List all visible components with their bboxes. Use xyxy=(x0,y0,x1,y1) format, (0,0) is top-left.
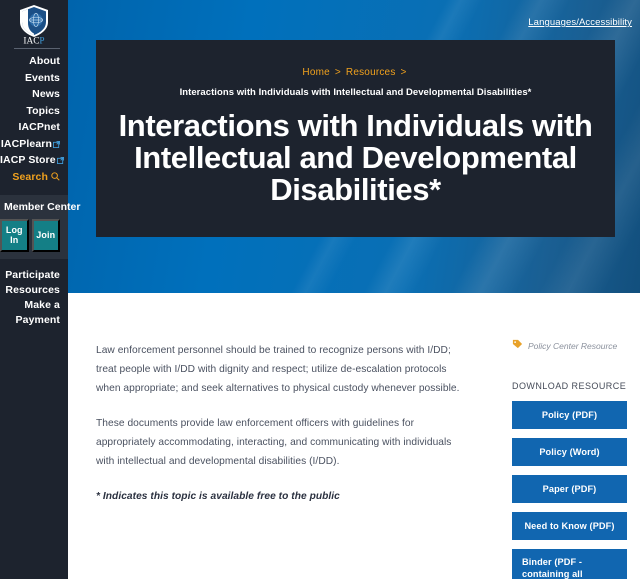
sidebar-item-resources[interactable]: Resources xyxy=(0,283,60,298)
sidebar-label-make-a-payment: Make a Payment xyxy=(15,299,60,326)
languages-accessibility-link[interactable]: Languages/Accessibility xyxy=(528,17,632,28)
breadcrumb-item-home[interactable]: Home xyxy=(302,67,329,78)
download-policy-pdf-button[interactable]: Policy (PDF) xyxy=(512,401,627,429)
sidebar-item-about[interactable]: About xyxy=(0,53,60,70)
sidebar-item-iacp-store[interactable]: IACP Store xyxy=(0,152,64,169)
hero-title-panel: Home > Resources > Interactions with Ind… xyxy=(96,40,615,237)
tag-icon xyxy=(512,337,523,355)
sidebar-label-resources: Resources xyxy=(5,284,60,296)
member-center-block: Member Center Log In Join xyxy=(0,195,81,259)
auth-buttons: Log In Join xyxy=(0,219,60,252)
breadcrumb-separator: > xyxy=(334,67,341,78)
search-icon xyxy=(51,171,60,184)
left-sidebar: IACP About Events News Topics IACPnet IA… xyxy=(0,0,81,579)
breadcrumb-separator-2: > xyxy=(400,67,407,78)
download-rail: Policy Center Resource DOWNLOAD RESOURCE… xyxy=(512,337,628,579)
sidebar-label-iacpnet: IACPnet xyxy=(18,121,60,133)
download-paper-pdf-button[interactable]: Paper (PDF) xyxy=(512,475,627,503)
article-paragraph-1: Law enforcement personnel should be trai… xyxy=(96,345,460,394)
sidebar-secondary-nav: Participate Resources Make a Payment xyxy=(0,268,68,328)
sidebar-item-events[interactable]: Events xyxy=(0,70,60,87)
breadcrumb: Home > Resources > xyxy=(96,66,615,80)
main-content: Law enforcement personnel should be trai… xyxy=(68,293,640,579)
sidebar-item-search[interactable]: Search xyxy=(0,169,60,187)
sidebar-label-events: Events xyxy=(24,71,60,84)
join-button[interactable]: Join xyxy=(31,219,60,252)
download-resource-heading: DOWNLOAD RESOURCE xyxy=(512,381,627,391)
sidebar-label-topics: Topics xyxy=(26,104,60,117)
log-in-button[interactable]: Log In xyxy=(0,219,29,252)
article-footnote: * Indicates this topic is available free… xyxy=(96,491,340,502)
sidebar-label-news: News xyxy=(32,88,60,100)
sidebar-item-iacplearn[interactable]: IACPlearn xyxy=(0,136,60,153)
breadcrumb-current-page: Interactions with Individuals with Intel… xyxy=(179,87,532,98)
article-body: Law enforcement personnel should be trai… xyxy=(96,341,468,522)
breadcrumb-item-resources[interactable]: Resources xyxy=(346,67,396,78)
page-root: Languages/Accessibility Home > Resources… xyxy=(0,0,640,579)
sidebar-label-iacp-store: IACP Store xyxy=(0,154,56,166)
sidebar-item-participate[interactable]: Participate xyxy=(0,268,60,283)
sidebar-label-search: Search xyxy=(12,170,48,183)
download-binder-pdf-button[interactable]: Binder (PDF - containing all documents) xyxy=(512,549,627,579)
sidebar-item-iacpnet[interactable]: IACPnet xyxy=(0,119,60,136)
sidebar-primary-nav: About Events News Topics IACPnet IACPlea… xyxy=(0,53,68,186)
external-link-icon-2 xyxy=(56,153,64,170)
iacp-logo[interactable]: IACP xyxy=(0,0,68,44)
external-link-icon xyxy=(53,137,60,154)
svg-text:IACP: IACP xyxy=(23,36,44,44)
sidebar-label-participate: Participate xyxy=(5,269,60,281)
sidebar-divider xyxy=(14,48,60,49)
page-title: Interactions with Individuals with Intel… xyxy=(118,108,593,207)
download-need-to-know-pdf-button[interactable]: Need to Know (PDF) xyxy=(512,512,627,540)
policy-center-resource-row: Policy Center Resource xyxy=(512,337,628,355)
member-center-title: Member Center xyxy=(4,201,81,213)
download-policy-word-button[interactable]: Policy (Word) xyxy=(512,438,627,466)
article-paragraph-2: These documents provide law enforcement … xyxy=(96,418,452,467)
policy-center-label: Policy Center Resource xyxy=(528,341,618,351)
sidebar-item-topics[interactable]: Topics xyxy=(0,103,60,120)
sidebar-label-about: About xyxy=(29,55,60,67)
shield-globe-logo-icon: IACP xyxy=(20,4,48,44)
sidebar-item-make-a-payment[interactable]: Make a Payment xyxy=(0,298,60,328)
sidebar-label-iacplearn: IACPlearn xyxy=(0,137,52,150)
sidebar-item-news[interactable]: News xyxy=(0,86,60,103)
